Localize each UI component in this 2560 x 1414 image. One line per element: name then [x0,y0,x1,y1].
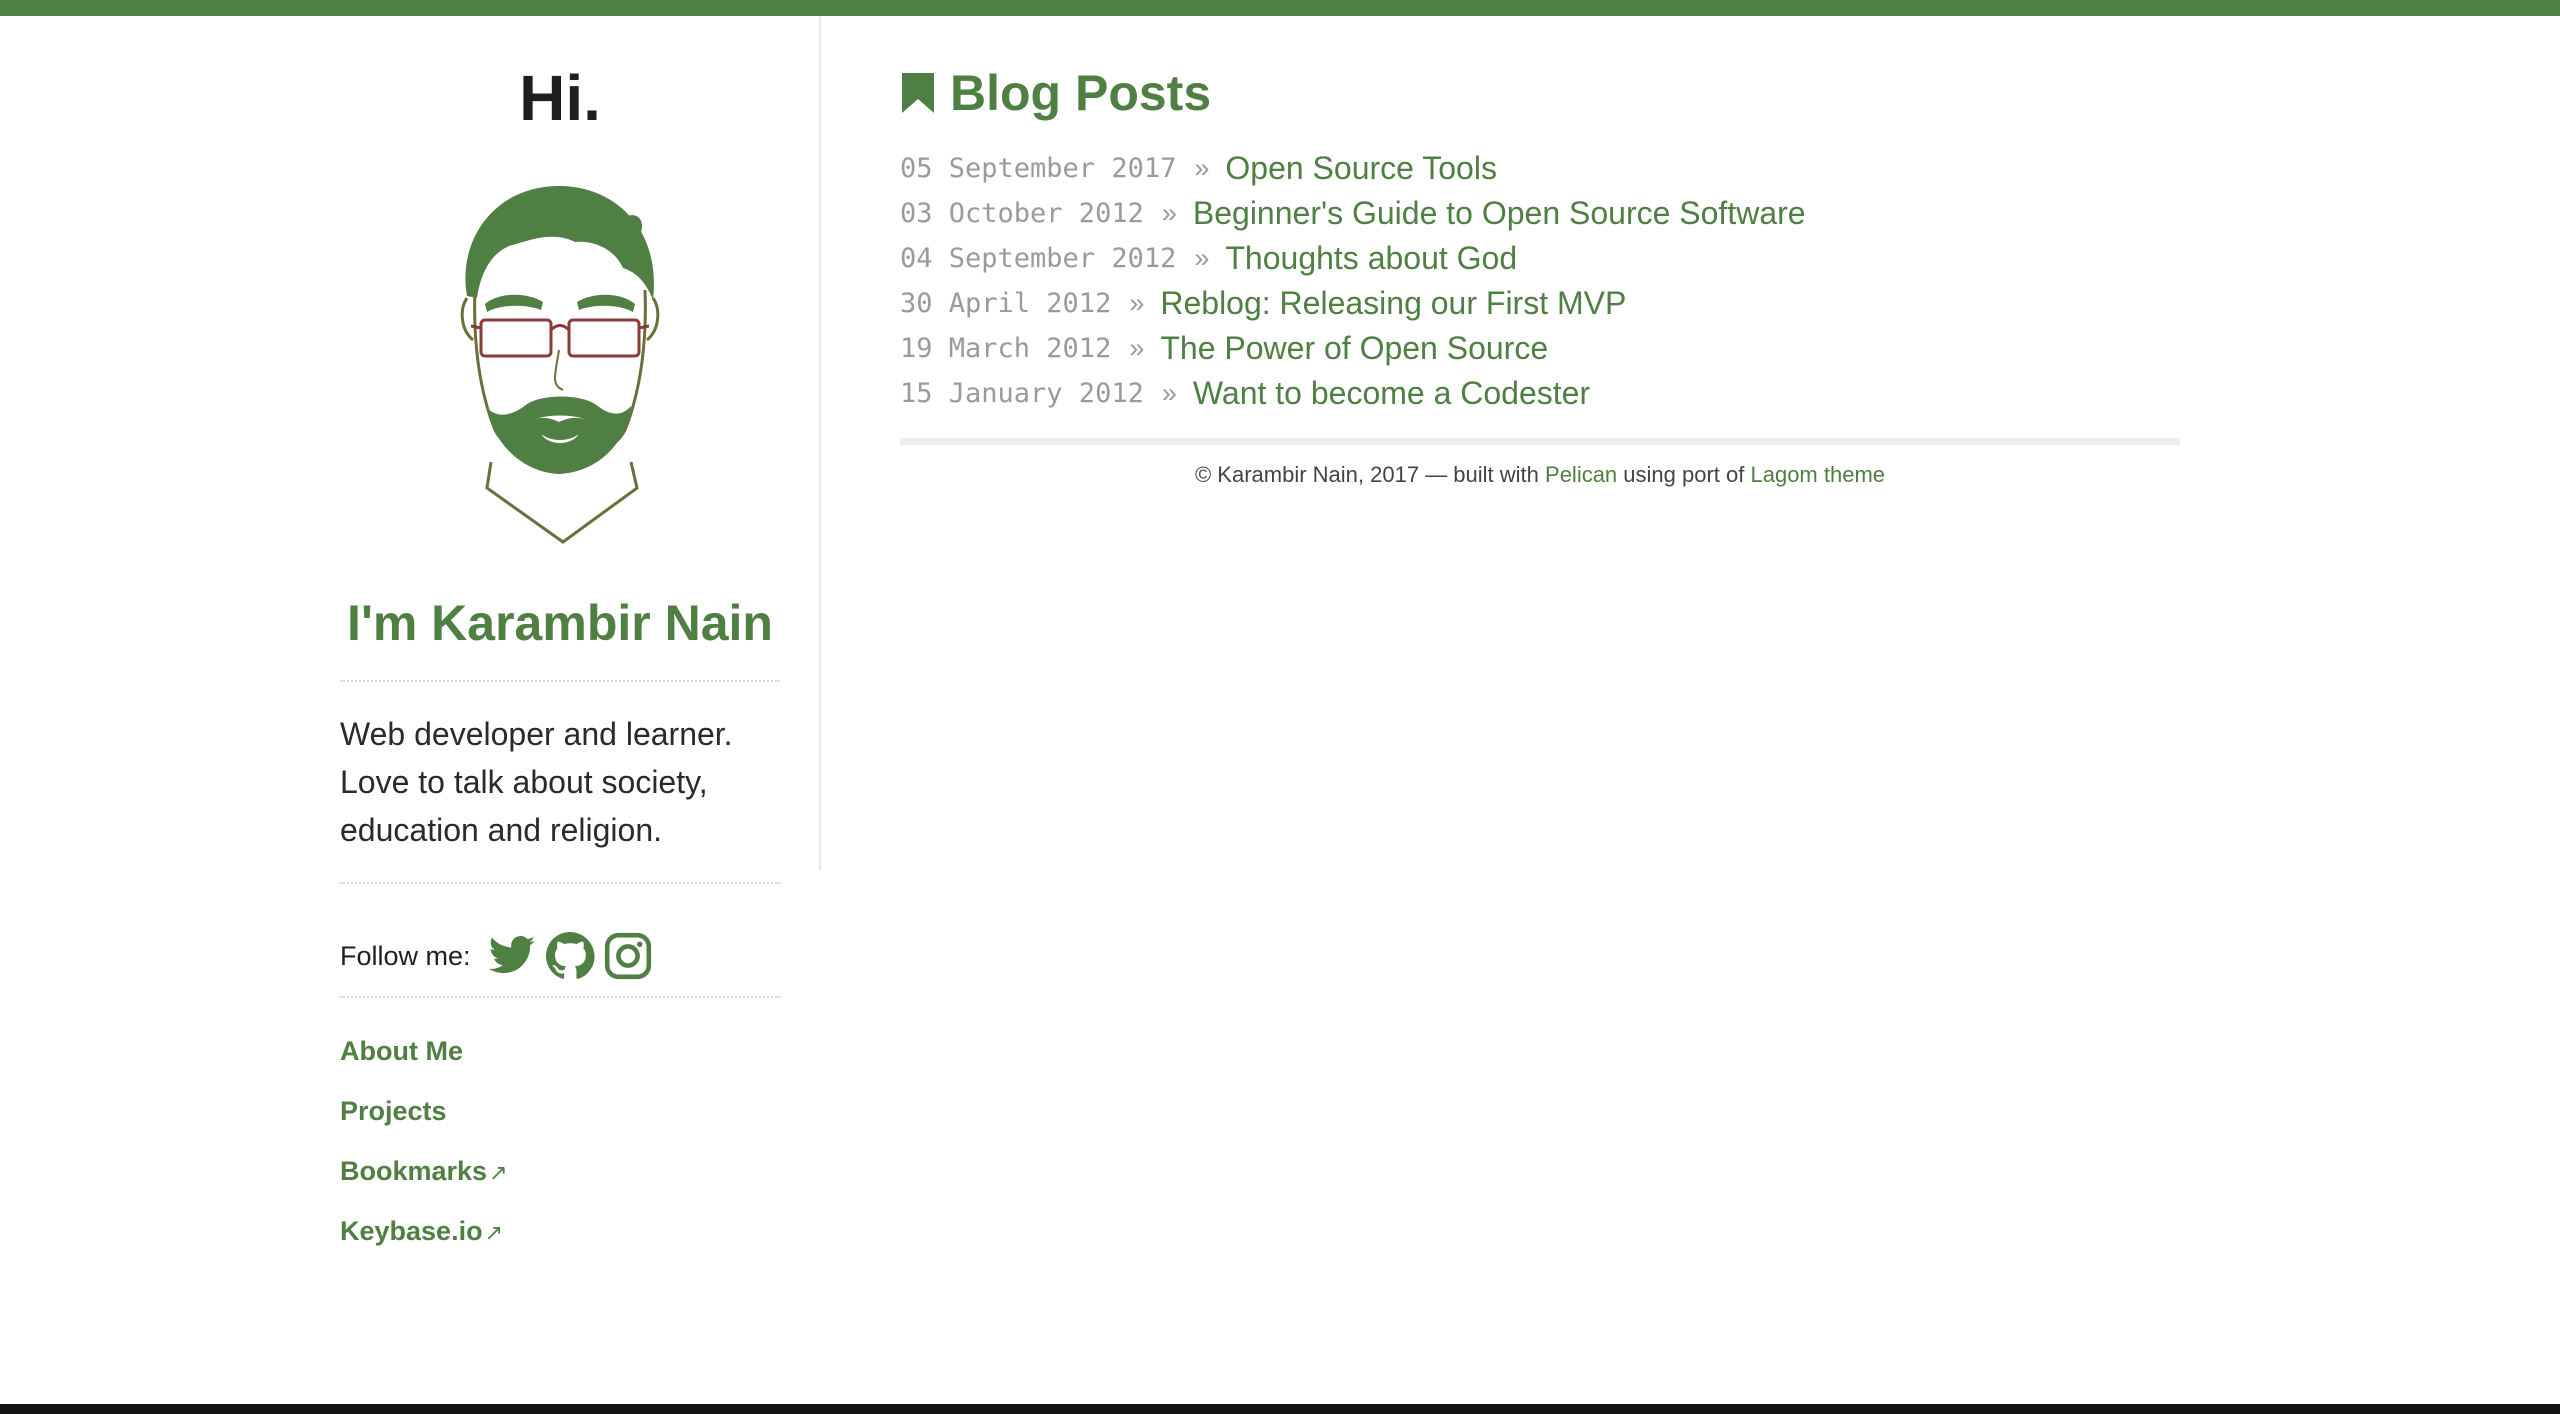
bottom-bar [0,1404,2560,1414]
nav-projects[interactable]: Projects [340,1096,780,1156]
nav-keybase[interactable]: Keybase.io↗ [340,1216,780,1276]
post-list: 05 September 2017 » Open Source Tools 03… [900,146,1806,416]
list-item: 19 March 2012 » The Power of Open Source [900,326,1806,371]
divider [340,680,780,682]
post-date: 15 January 2012 [900,378,1144,409]
post-link[interactable]: Reblog: Releasing our First MVP [1160,285,1626,322]
pelican-link[interactable]: Pelican [1545,462,1617,487]
external-link-icon: ↗ [489,1160,508,1185]
section-title-text: Blog Posts [950,65,1212,121]
post-date: 03 October 2012 [900,198,1144,229]
follow-row: Follow me: [340,928,661,984]
sidebar-divider [819,16,821,870]
post-date: 19 March 2012 [900,333,1112,364]
nav-about-me[interactable]: About Me [340,1036,780,1096]
post-separator: » [1194,243,1210,273]
footer: © Karambir Nain, 2017 — built with Pelic… [900,462,2180,488]
nav-label: About Me [340,1036,463,1066]
follow-label: Follow me: [340,940,471,971]
greeting-heading: Hi. [519,62,601,134]
author-name: I'm Karambir Nain [347,595,773,651]
footer-text: using port of [1617,462,1751,487]
github-icon[interactable] [545,931,595,981]
sidebar: Hi. I'm Karambir Nain Web developer and … [340,16,780,1246]
divider [340,996,780,998]
list-item: 15 January 2012 » Want to become a Codes… [900,371,1806,416]
nav-bookmarks[interactable]: Bookmarks↗ [340,1156,780,1216]
page: Hi. I'm Karambir Nain Web developer and … [0,0,2560,1414]
post-separator: » [1194,153,1210,183]
post-date: 05 September 2017 [900,153,1177,184]
list-item: 03 October 2012 » Beginner's Guide to Op… [900,191,1806,236]
list-item: 05 September 2017 » Open Source Tools [900,146,1806,191]
nav-label: Bookmarks [340,1156,488,1186]
post-separator: » [1129,288,1145,318]
footer-divider [900,438,2180,445]
post-separator: » [1161,378,1177,408]
divider [340,882,780,884]
footer-text: © Karambir Nain, 2017 — built with [1194,462,1546,487]
external-link-icon: ↗ [484,1220,504,1245]
post-link[interactable]: Open Source Tools [1225,150,1497,187]
nav-label: Keybase.io [340,1216,483,1246]
post-link[interactable]: Want to become a Codester [1193,375,1590,412]
post-link[interactable]: Thoughts about God [1225,240,1517,277]
avatar-illustration [460,185,660,544]
post-date: 30 April 2012 [900,288,1112,319]
section-title: Blog Posts [900,68,1211,118]
list-item: 04 September 2012 » Thoughts about God [900,236,1806,281]
twitter-icon[interactable] [487,931,537,981]
lagom-theme-link[interactable]: Lagom theme [1750,462,1885,487]
post-link[interactable]: Beginner's Guide to Open Source Software [1193,195,1806,232]
bookmark-icon [902,73,934,113]
post-date: 04 September 2012 [900,243,1177,274]
post-separator: » [1129,333,1145,363]
instagram-icon[interactable] [603,931,653,981]
nav-label: Projects [340,1096,447,1126]
list-item: 30 April 2012 » Reblog: Releasing our Fi… [900,281,1806,326]
sidebar-nav: About Me Projects Bookmarks↗ Keybase.io↗ [340,1036,780,1276]
author-bio: Web developer and learner. Love to talk … [340,716,733,848]
top-accent-bar [0,0,2560,16]
post-link[interactable]: The Power of Open Source [1160,330,1548,367]
post-separator: » [1161,198,1177,228]
